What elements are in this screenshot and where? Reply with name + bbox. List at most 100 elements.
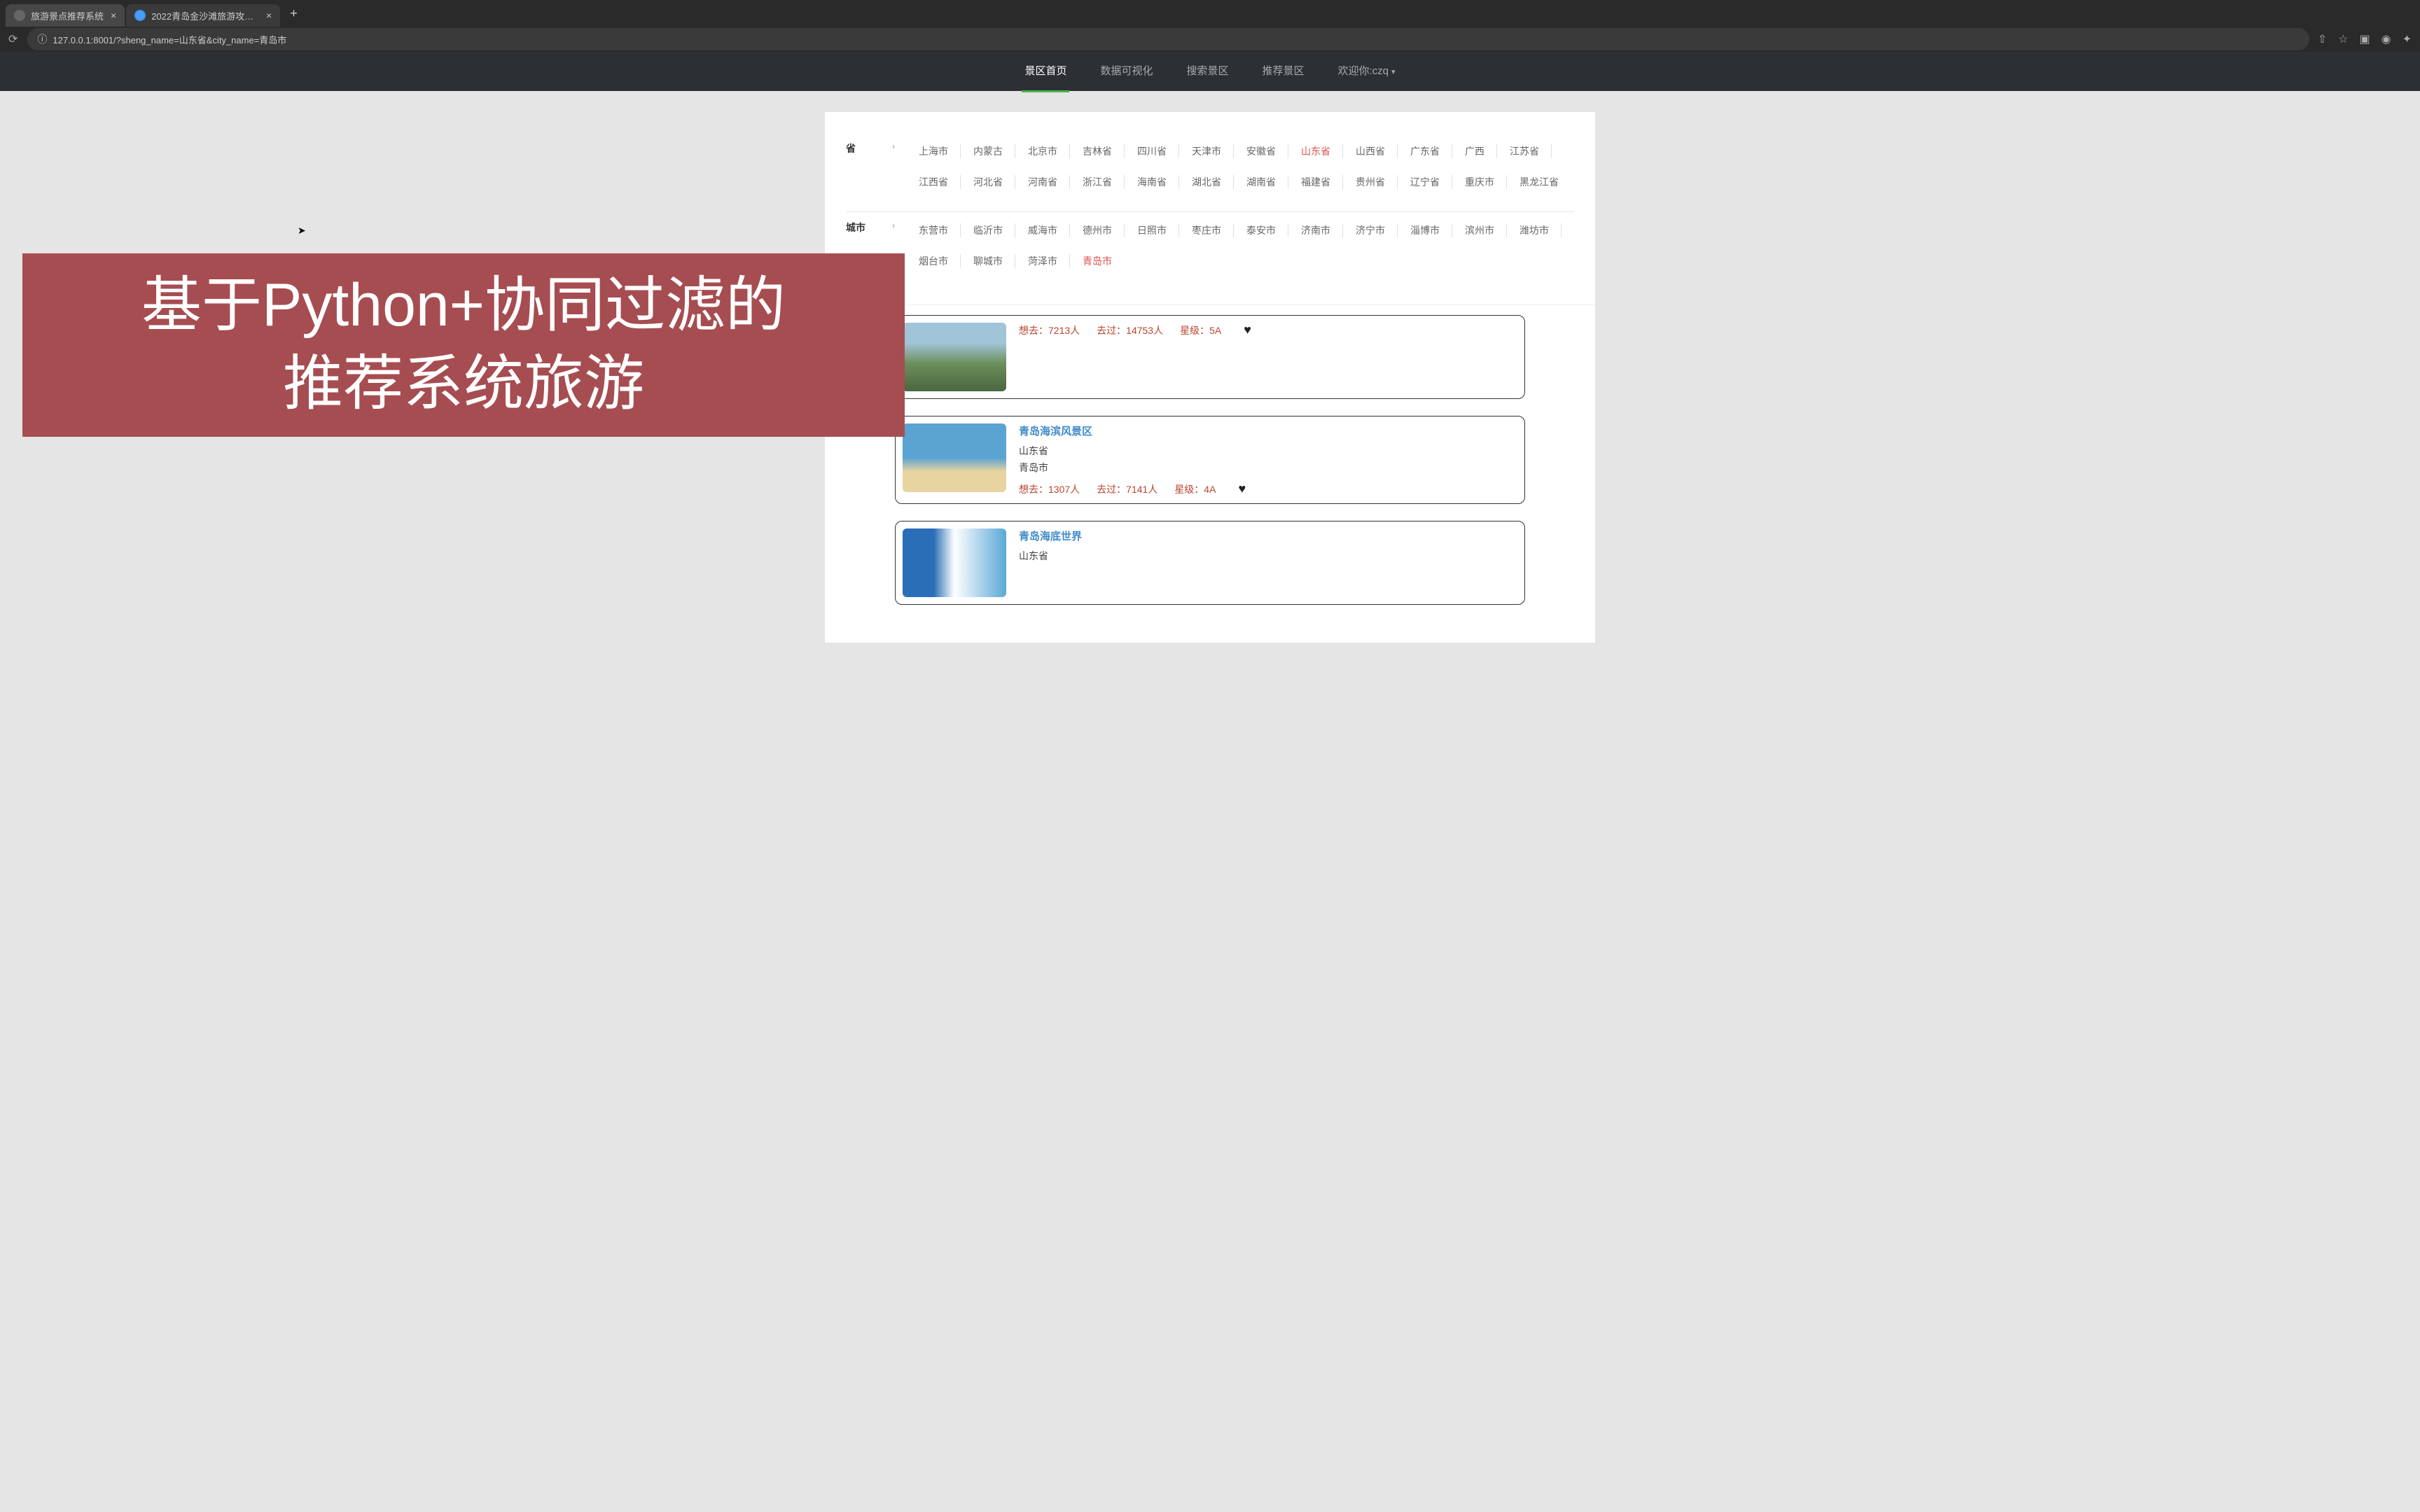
city-label: 城市 xyxy=(846,220,881,234)
star-rating: 星级：5A xyxy=(1180,323,1221,337)
overlay-line-2: 推荐系统旅游 xyxy=(283,345,644,424)
province-option[interactable]: 江西省 xyxy=(906,172,961,192)
city-option[interactable]: 济南市 xyxy=(1288,220,1343,240)
attraction-title[interactable]: 青岛海滨风景区 xyxy=(1019,424,1517,438)
city-option[interactable]: 济宁市 xyxy=(1343,220,1398,240)
been-count: 去过：14753人 xyxy=(1097,323,1163,337)
city-option[interactable]: 聊城市 xyxy=(961,251,1015,271)
city-option[interactable]: 潍坊市 xyxy=(1507,220,1562,240)
card-body: 想去：7213人 去过：14753人 星级：5A ♥ xyxy=(1006,323,1517,391)
province-option[interactable]: 浙江省 xyxy=(1070,172,1125,192)
browser-tab-1[interactable]: 旅游景点推荐系统 × xyxy=(6,4,125,27)
city-option[interactable]: 泰安市 xyxy=(1234,220,1288,240)
reader-icon[interactable]: ▣ xyxy=(2360,32,2370,46)
overlay-banner: 基于Python+协同过滤的 推荐系统旅游 xyxy=(22,253,905,437)
attraction-card: 青岛海滨风景区 山东省 青岛市 想去：1307人 去过：7141人 星级：4A … xyxy=(895,416,1525,504)
province-option[interactable]: 广东省 xyxy=(1398,141,1452,161)
province-option[interactable]: 贵州省 xyxy=(1343,172,1398,192)
extensions-icon[interactable]: ✦ xyxy=(2402,32,2412,46)
nav-item[interactable]: 搜索景区 xyxy=(1183,50,1231,92)
browser-tab-2[interactable]: 2022青岛金沙滩旅游攻略-金沙... × xyxy=(126,4,280,27)
attraction-card: 想去：7213人 去过：14753人 星级：5A ♥ xyxy=(895,315,1525,399)
nav-item[interactable]: 欢迎你:czq xyxy=(1335,50,1398,92)
nav-item[interactable]: 推荐景区 xyxy=(1259,50,1307,92)
province-option[interactable]: 江苏省 xyxy=(1497,141,1552,161)
star-rating: 星级：4A xyxy=(1174,482,1216,496)
reload-icon[interactable]: ⟳ xyxy=(8,32,18,46)
province-option[interactable]: 海南省 xyxy=(1125,172,1179,192)
chevron-right-icon: › xyxy=(892,220,895,230)
city-option[interactable]: 菏泽市 xyxy=(1015,251,1070,271)
province-option[interactable]: 重庆市 xyxy=(1452,172,1507,192)
province-option[interactable]: 湖北省 xyxy=(1179,172,1234,192)
province-option[interactable]: 广西 xyxy=(1452,141,1497,161)
been-count: 去过：7141人 xyxy=(1097,482,1157,496)
globe-icon xyxy=(14,10,25,21)
tab-title: 2022青岛金沙滩旅游攻略-金沙... xyxy=(151,9,259,22)
province-option[interactable]: 内蒙古 xyxy=(961,141,1015,161)
want-count: 想去：1307人 xyxy=(1019,482,1080,496)
city-text: 青岛市 xyxy=(1019,461,1517,475)
province-option[interactable]: 福建省 xyxy=(1288,172,1343,192)
province-filter-row: 省 › 上海市内蒙古北京市吉林省四川省天津市安徽省山东省山西省广东省广西江苏省江… xyxy=(846,133,1574,211)
chevron-right-icon: › xyxy=(892,141,895,151)
heart-icon[interactable]: ♥ xyxy=(1244,323,1251,337)
info-icon: ⓘ xyxy=(37,32,47,46)
city-option[interactable]: 东营市 xyxy=(906,220,961,240)
address-actions: ⇧ ☆ ▣ ◉ ✦ xyxy=(2318,32,2412,46)
top-navigation: 景区首页数据可视化搜索景区推荐景区欢迎你:czq xyxy=(0,52,2420,91)
close-icon[interactable]: × xyxy=(266,10,272,21)
card-body: 青岛海滨风景区 山东省 青岛市 想去：1307人 去过：7141人 星级：4A … xyxy=(1006,424,1517,496)
cursor-icon: ➤ xyxy=(298,225,306,237)
city-option[interactable]: 德州市 xyxy=(1070,220,1125,240)
close-icon[interactable]: × xyxy=(111,10,116,21)
attraction-card: 青岛海底世界 山东省 xyxy=(895,521,1525,605)
attraction-image xyxy=(903,528,1006,597)
province-option[interactable]: 湖南省 xyxy=(1234,172,1288,192)
new-tab-button[interactable]: + xyxy=(281,6,306,21)
province-option[interactable]: 安徽省 xyxy=(1234,141,1288,161)
province-option[interactable]: 北京市 xyxy=(1015,141,1070,161)
city-option[interactable]: 临沂市 xyxy=(961,220,1015,240)
bookmark-icon[interactable]: ☆ xyxy=(2338,32,2348,46)
browser-chrome: 旅游景点推荐系统 × 2022青岛金沙滩旅游攻略-金沙... × + ⟳ ⓘ 1… xyxy=(0,0,2420,52)
city-option[interactable]: 烟台市 xyxy=(906,251,961,271)
card-stats: 想去：7213人 去过：14753人 星级：5A ♥ xyxy=(1019,323,1517,337)
province-option[interactable]: 河南省 xyxy=(1015,172,1070,192)
province-option[interactable]: 四川省 xyxy=(1125,141,1179,161)
attraction-title[interactable]: 青岛海底世界 xyxy=(1019,528,1517,543)
city-option[interactable]: 威海市 xyxy=(1015,220,1070,240)
city-option[interactable]: 青岛市 xyxy=(1070,251,1125,271)
url-text: 127.0.0.1:8001/?sheng_name=山东省&city_name… xyxy=(53,33,286,46)
province-option[interactable]: 河北省 xyxy=(961,172,1015,192)
city-option[interactable]: 淄博市 xyxy=(1398,220,1452,240)
url-input[interactable]: ⓘ 127.0.0.1:8001/?sheng_name=山东省&city_na… xyxy=(27,28,2309,50)
province-option[interactable]: 天津市 xyxy=(1179,141,1234,161)
province-text: 山东省 xyxy=(1019,549,1517,563)
globe-icon xyxy=(134,10,146,21)
tab-bar: 旅游景点推荐系统 × 2022青岛金沙滩旅游攻略-金沙... × + xyxy=(0,0,2420,27)
attraction-image xyxy=(903,424,1006,492)
province-option[interactable]: 辽宁省 xyxy=(1398,172,1452,192)
share-icon[interactable]: ⇧ xyxy=(2318,32,2327,46)
want-count: 想去：7213人 xyxy=(1019,323,1080,337)
city-option[interactable]: 枣庄市 xyxy=(1179,220,1234,240)
main-content: 省 › 上海市内蒙古北京市吉林省四川省天津市安徽省山东省山西省广东省广西江苏省江… xyxy=(825,112,1595,643)
province-option[interactable]: 山西省 xyxy=(1343,141,1398,161)
attraction-list: 想去：7213人 去过：14753人 星级：5A ♥ 青岛海滨风景区 山东省 青… xyxy=(825,315,1595,605)
province-option[interactable]: 山东省 xyxy=(1288,141,1343,161)
card-body: 青岛海底世界 山东省 xyxy=(1006,528,1517,597)
city-option[interactable]: 滨州市 xyxy=(1452,220,1507,240)
province-text: 山东省 xyxy=(1019,444,1517,458)
profile-icon[interactable]: ◉ xyxy=(2381,32,2391,46)
heart-icon[interactable]: ♥ xyxy=(1238,482,1246,496)
card-stats: 想去：1307人 去过：7141人 星级：4A ♥ xyxy=(1019,482,1517,496)
address-bar: ⟳ ⓘ 127.0.0.1:8001/?sheng_name=山东省&city_… xyxy=(0,27,2420,52)
nav-item[interactable]: 数据可视化 xyxy=(1097,50,1155,92)
province-option[interactable]: 吉林省 xyxy=(1070,141,1125,161)
province-option[interactable]: 上海市 xyxy=(906,141,961,161)
province-label: 省 xyxy=(846,141,881,155)
province-option[interactable]: 黑龙江省 xyxy=(1507,172,1571,192)
city-option[interactable]: 日照市 xyxy=(1125,220,1179,240)
nav-item[interactable]: 景区首页 xyxy=(1022,50,1069,92)
